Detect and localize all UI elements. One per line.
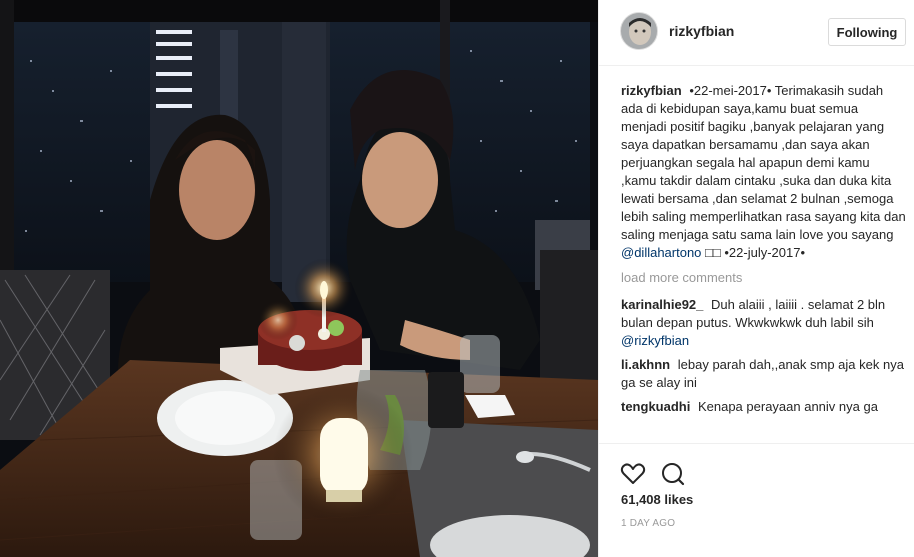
avatar-image xyxy=(621,13,657,49)
load-more-comments-link[interactable]: load more comments xyxy=(621,269,907,287)
post-author-username[interactable]: rizkyfbian xyxy=(669,23,734,39)
caption-mention[interactable]: @dillahartono xyxy=(621,245,701,260)
likes-count[interactable]: 61,408 likes xyxy=(621,492,693,507)
comment-username[interactable]: karinalhie92_ xyxy=(621,297,703,312)
caption-text: •22-mei-2017• Terimakasih sudah ada di k… xyxy=(621,83,906,242)
heart-icon[interactable] xyxy=(619,460,647,488)
post-header: rizkyfbian Following xyxy=(599,0,914,66)
caption: rizkyfbian •22-mei-2017• Terimakasih sud… xyxy=(621,82,907,262)
avatar[interactable] xyxy=(620,12,658,50)
comments-list: rizkyfbian •22-mei-2017• Terimakasih sud… xyxy=(621,82,907,444)
comment-mention[interactable]: @rizkyfbian xyxy=(621,333,689,348)
comment-item: tengkuadhi Kenapa perayaan anniv nya ga xyxy=(621,398,907,416)
photo-image xyxy=(0,0,598,557)
comment-item: karinalhie92_ Duh alaiii , laiiii . sela… xyxy=(621,296,907,350)
comment-icon[interactable] xyxy=(659,460,687,488)
comment-item: li.akhnn lebay parah dah,,anak smp aja k… xyxy=(621,356,907,392)
post-timestamp[interactable]: 1 DAY AGO xyxy=(621,518,675,529)
caption-text-end: □□ •22-july-2017• xyxy=(705,245,806,260)
post-photo[interactable] xyxy=(0,0,598,557)
heart-icon-glyph xyxy=(620,463,646,484)
comment-username[interactable]: tengkuadhi xyxy=(621,399,690,414)
post-actions: 61,408 likes 1 DAY AGO xyxy=(599,443,914,557)
caption-username[interactable]: rizkyfbian xyxy=(621,83,682,98)
comment-username[interactable]: li.akhnn xyxy=(621,357,670,372)
comment-text: Kenapa perayaan anniv nya ga xyxy=(697,399,878,414)
following-button[interactable]: Following xyxy=(828,18,906,46)
comment-icon-glyph xyxy=(662,463,685,486)
post-sidebar: rizkyfbian Following rizkyfbian •22-mei-… xyxy=(598,0,914,557)
